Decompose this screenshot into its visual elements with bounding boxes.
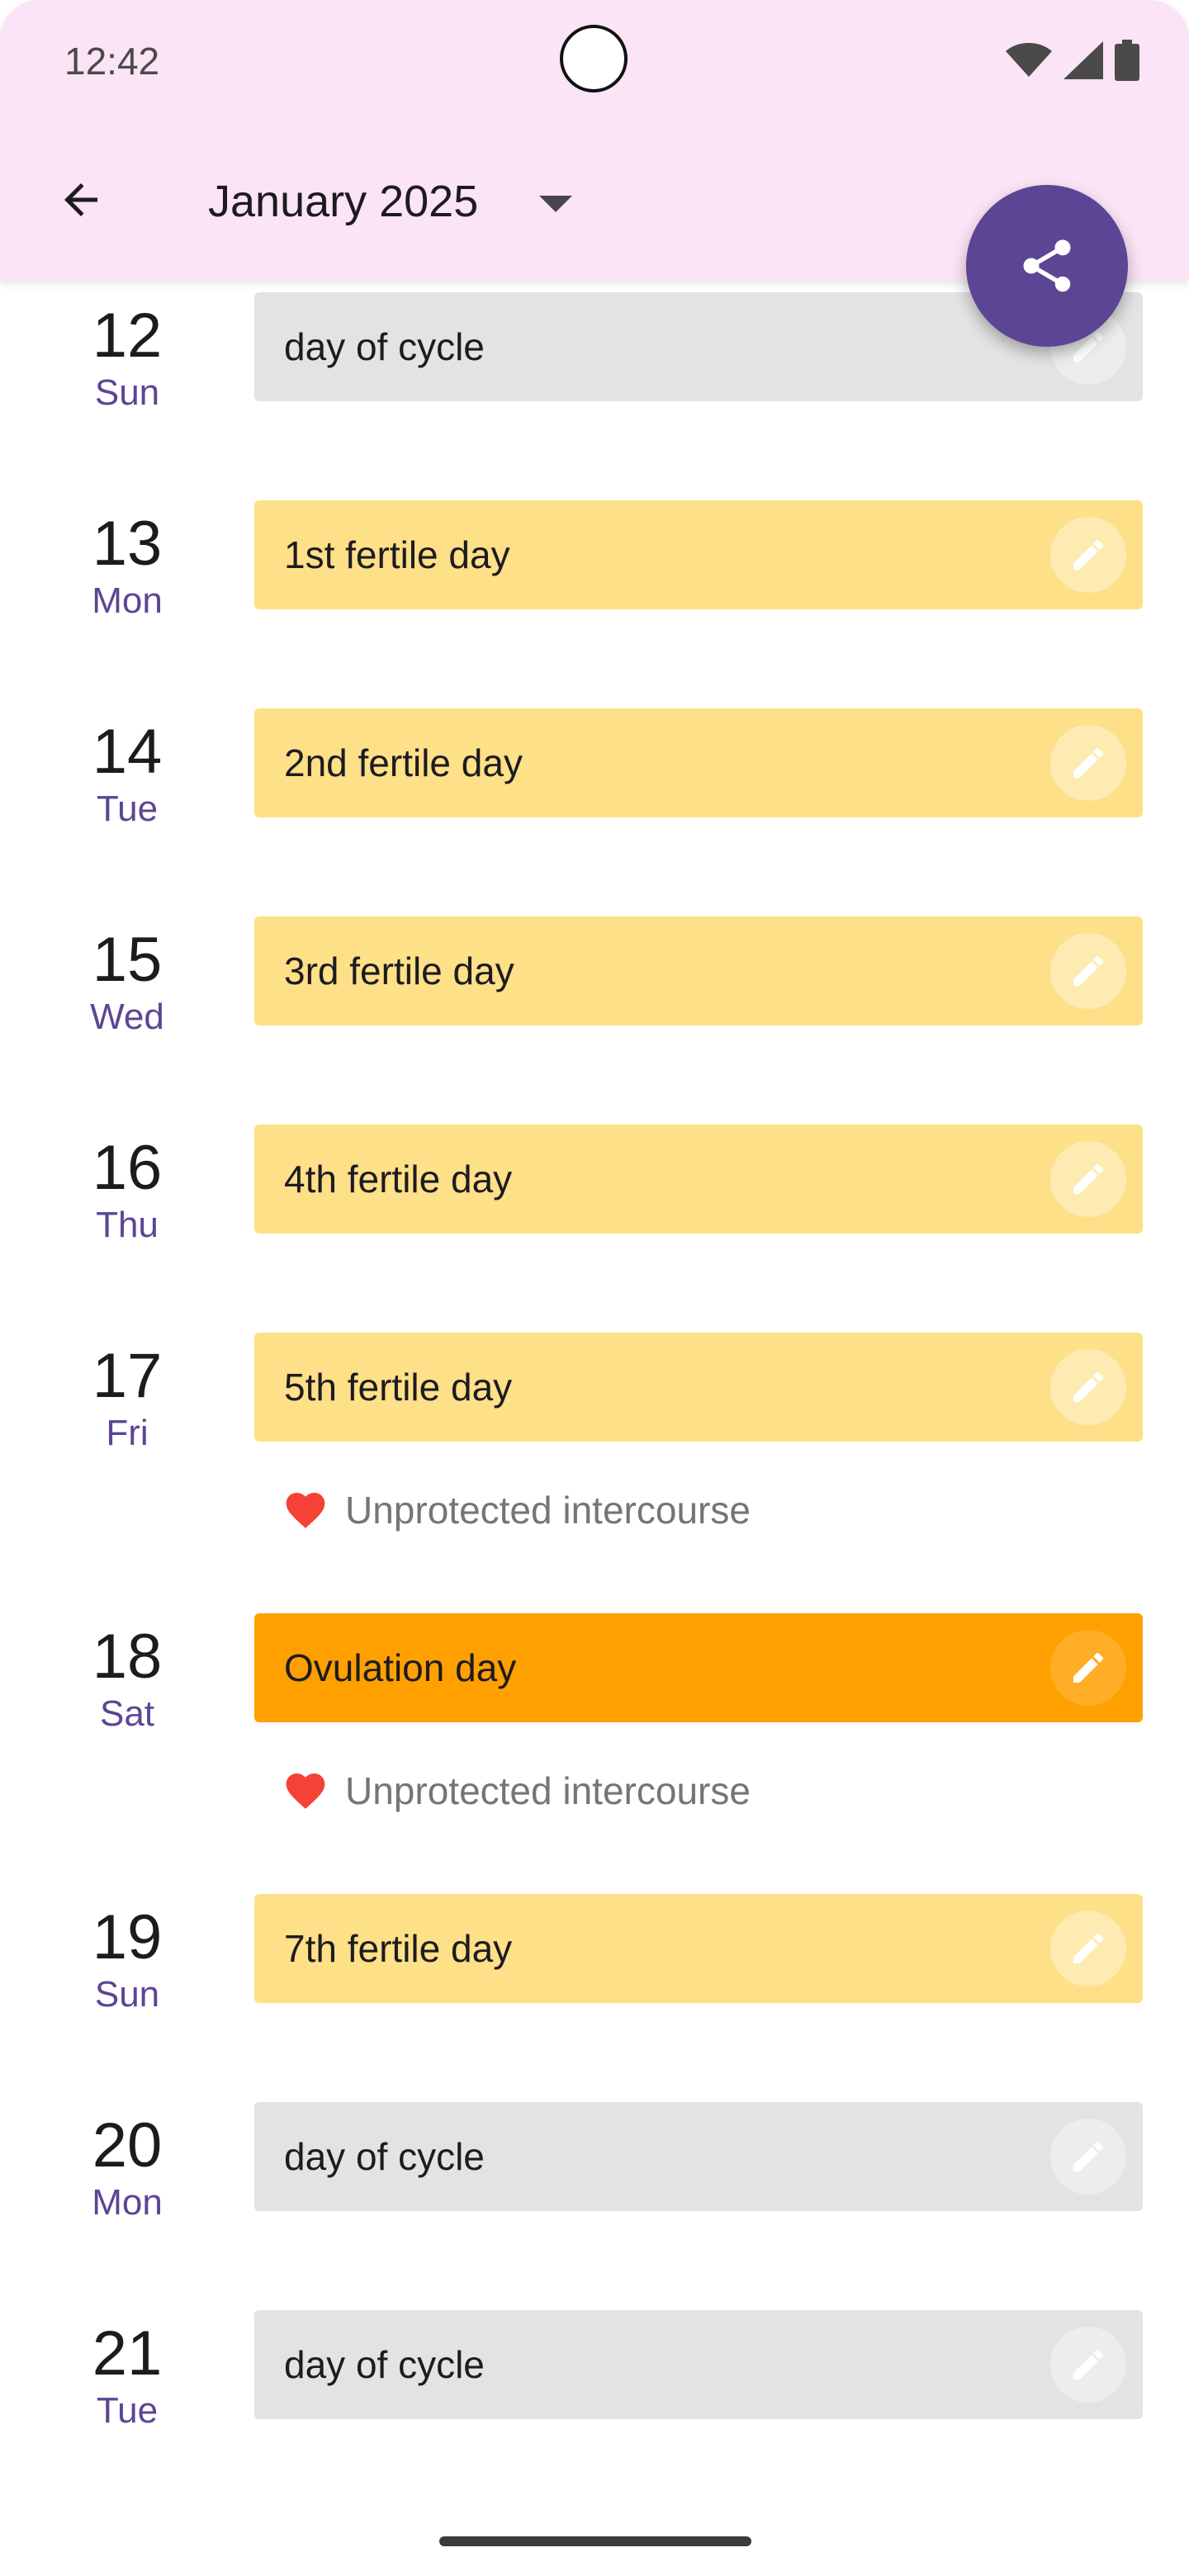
edit-pencil-icon [1073, 1371, 1104, 1402]
edit-pencil-icon [1073, 2141, 1104, 2171]
day-of-week: Wed [90, 997, 164, 1037]
day-status-label: day of cycle [284, 2343, 485, 2386]
date-number: 15 [92, 925, 163, 995]
dropdown-arrow-icon [539, 196, 572, 212]
day-status-label: 2nd fertile day [284, 741, 523, 784]
gesture-navigation-handle[interactable] [439, 2536, 751, 2546]
edit-pencil-icon [1073, 1652, 1104, 1683]
day-of-week: Sat [99, 1693, 155, 1734]
day-status-card[interactable]: day of cycle [254, 2102, 1143, 2211]
date-number: 13 [92, 509, 163, 579]
edit-day-button[interactable] [1050, 2327, 1126, 2403]
day-of-week: Sun [94, 372, 160, 413]
date-column: 12 Sun [45, 299, 210, 414]
cellular-signal-icon [1063, 41, 1103, 79]
share-icon [1023, 239, 1071, 292]
date-column: 18 Sat [45, 1620, 210, 1735]
day-status-card[interactable]: 5th fertile day [254, 1333, 1143, 1442]
date-column: 16 Thu [45, 1131, 210, 1247]
battery-icon [1115, 40, 1139, 81]
calendar-day-list-screen: 12 Sun day of cycle 13 Mon 1st fertile d… [0, 0, 1189, 2576]
edit-day-button[interactable] [1050, 2119, 1126, 2195]
edit-pencil-icon [1073, 2349, 1104, 2379]
heart-icon [286, 1773, 325, 1809]
arrow-back-icon [64, 183, 97, 216]
edit-pencil-icon [1073, 747, 1104, 778]
date-column: 17 Fri [45, 1339, 210, 1455]
wifi-icon [1006, 43, 1052, 77]
day-of-week: Fri [106, 1413, 149, 1453]
date-number: 14 [92, 717, 163, 787]
date-number: 17 [92, 1341, 163, 1411]
day-status-card[interactable]: 1st fertile day [254, 500, 1143, 609]
day-status-label: 1st fertile day [284, 533, 510, 576]
date-column: 14 Tue [45, 715, 210, 831]
share-button[interactable] [966, 185, 1128, 347]
day-status-card[interactable]: 4th fertile day [254, 1125, 1143, 1234]
date-column: 19 Sun [45, 1901, 210, 2016]
day-of-week: Mon [92, 580, 163, 621]
date-number: 19 [92, 1902, 163, 1972]
edit-pencil-icon [1073, 539, 1104, 570]
status-time: 12:42 [64, 40, 160, 83]
date-number: 12 [92, 301, 163, 371]
date-number: 16 [92, 1133, 163, 1203]
day-status-card[interactable]: 2nd fertile day [254, 708, 1143, 817]
intercourse-note[interactable]: Unprotected intercourse [282, 1481, 751, 1539]
day-list[interactable]: 12 Sun day of cycle 13 Mon 1st fertile d… [0, 0, 1189, 2576]
status-icons [1006, 40, 1139, 81]
date-column: 20 Mon [45, 2109, 210, 2224]
intercourse-note[interactable]: Unprotected intercourse [282, 1762, 751, 1820]
day-status-card[interactable]: day of cycle [254, 2310, 1143, 2419]
date-number: 21 [92, 2318, 163, 2389]
date-number: 18 [92, 1622, 163, 1692]
edit-day-button[interactable] [1050, 725, 1126, 801]
day-of-week: Thu [96, 1205, 159, 1245]
edit-day-button[interactable] [1050, 933, 1126, 1009]
day-status-label: day of cycle [284, 2135, 485, 2178]
day-of-week: Sun [94, 1974, 160, 2015]
edit-day-button[interactable] [1050, 1141, 1126, 1217]
edit-pencil-icon [1073, 1163, 1104, 1194]
day-status-label: 3rd fertile day [284, 949, 514, 992]
month-dropdown-button[interactable] [528, 183, 583, 225]
month-selector-label[interactable]: January 2025 [208, 170, 478, 233]
date-column: 15 Wed [45, 923, 210, 1039]
date-number: 20 [92, 2110, 163, 2181]
edit-day-button[interactable] [1050, 517, 1126, 593]
day-of-week: Tue [96, 788, 159, 829]
day-status-label: day of cycle [284, 325, 485, 368]
day-status-label: 7th fertile day [284, 1927, 513, 1970]
edit-pencil-icon [1073, 955, 1104, 986]
edit-pencil-icon [1073, 1933, 1104, 1963]
day-of-week: Tue [96, 2390, 159, 2431]
camera-cutout [560, 25, 628, 92]
date-column: 13 Mon [45, 507, 210, 623]
day-status-label: 4th fertile day [284, 1158, 513, 1200]
note-text: Unprotected intercourse [345, 1489, 751, 1532]
back-button[interactable] [40, 159, 122, 241]
day-status-label: 5th fertile day [284, 1366, 513, 1409]
edit-day-button[interactable] [1050, 1630, 1126, 1706]
date-column: 21 Tue [45, 2317, 210, 2432]
edit-day-button[interactable] [1050, 1349, 1126, 1425]
heart-icon [286, 1493, 325, 1528]
day-status-card[interactable]: Ovulation day [254, 1613, 1143, 1722]
day-status-card[interactable]: 7th fertile day [254, 1894, 1143, 2003]
edit-day-button[interactable] [1050, 1911, 1126, 1986]
day-of-week: Mon [92, 2182, 163, 2223]
note-text: Unprotected intercourse [345, 1769, 751, 1812]
day-status-label: Ovulation day [284, 1646, 517, 1689]
day-status-card[interactable]: 3rd fertile day [254, 916, 1143, 1025]
